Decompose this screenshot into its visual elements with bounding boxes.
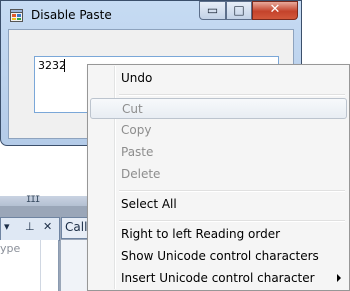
dropdown-icon[interactable]: ▾ — [4, 220, 10, 233]
maximize-icon: □ — [233, 3, 245, 17]
menu-item-delete[interactable]: Delete — [90, 164, 347, 185]
menu-item-label: Delete — [121, 167, 161, 181]
close-icon[interactable]: ✕ — [43, 220, 52, 233]
close-icon: ✕ — [269, 2, 281, 17]
menu-item-label: Show Unicode control characters — [121, 249, 319, 263]
menu-separator — [119, 94, 345, 96]
maximize-button[interactable]: □ — [226, 1, 252, 20]
menu-item-insert-unicode[interactable]: Insert Unicode control character — [90, 268, 347, 289]
menu-item-copy[interactable]: Copy — [90, 120, 347, 141]
menu-item-label: Select All — [121, 197, 177, 211]
application-icon — [10, 9, 23, 22]
minimize-icon: ▭ — [206, 3, 219, 17]
close-button[interactable]: ✕ — [252, 1, 298, 20]
text-input-value: 3232 — [38, 59, 66, 72]
tool-window-tab[interactable]: ▾ ⊥ ✕ — [0, 217, 60, 241]
submenu-arrow-icon — [337, 274, 341, 282]
menu-item-right-to-left[interactable]: Right to left Reading order — [90, 224, 347, 245]
window-title: Disable Paste — [31, 8, 112, 22]
title-bar[interactable]: Disable Paste ▭ □ ✕ — [1, 1, 301, 29]
pin-icon[interactable]: ⊥ — [25, 220, 35, 233]
menu-item-label: Right to left Reading order — [121, 227, 281, 241]
menu-item-paste[interactable]: Paste — [90, 142, 347, 163]
column-divider — [40, 240, 41, 291]
menu-separator — [119, 190, 345, 192]
menu-item-show-unicode[interactable]: Show Unicode control characters — [90, 246, 347, 267]
menu-item-cut[interactable]: Cut — [90, 98, 347, 119]
menu-separator — [119, 220, 345, 222]
menu-item-label: Insert Unicode control character — [121, 271, 315, 285]
menu-item-select-all[interactable]: Select All — [90, 194, 347, 215]
menu-item-label: Cut — [122, 102, 143, 116]
menu-item-label: Copy — [121, 123, 152, 137]
splitter-grip: III — [26, 195, 40, 205]
minimize-button[interactable]: ▭ — [199, 1, 226, 20]
menu-item-undo[interactable]: Undo — [90, 68, 347, 89]
context-menu: Undo Cut Copy Paste Delete Select All Ri… — [87, 64, 350, 291]
menu-item-label: Paste — [121, 145, 154, 159]
tool-window-panel: ype — [0, 240, 59, 291]
menu-item-label: Undo — [121, 71, 153, 85]
column-header-type: ype — [0, 242, 21, 255]
text-caret — [64, 59, 65, 72]
